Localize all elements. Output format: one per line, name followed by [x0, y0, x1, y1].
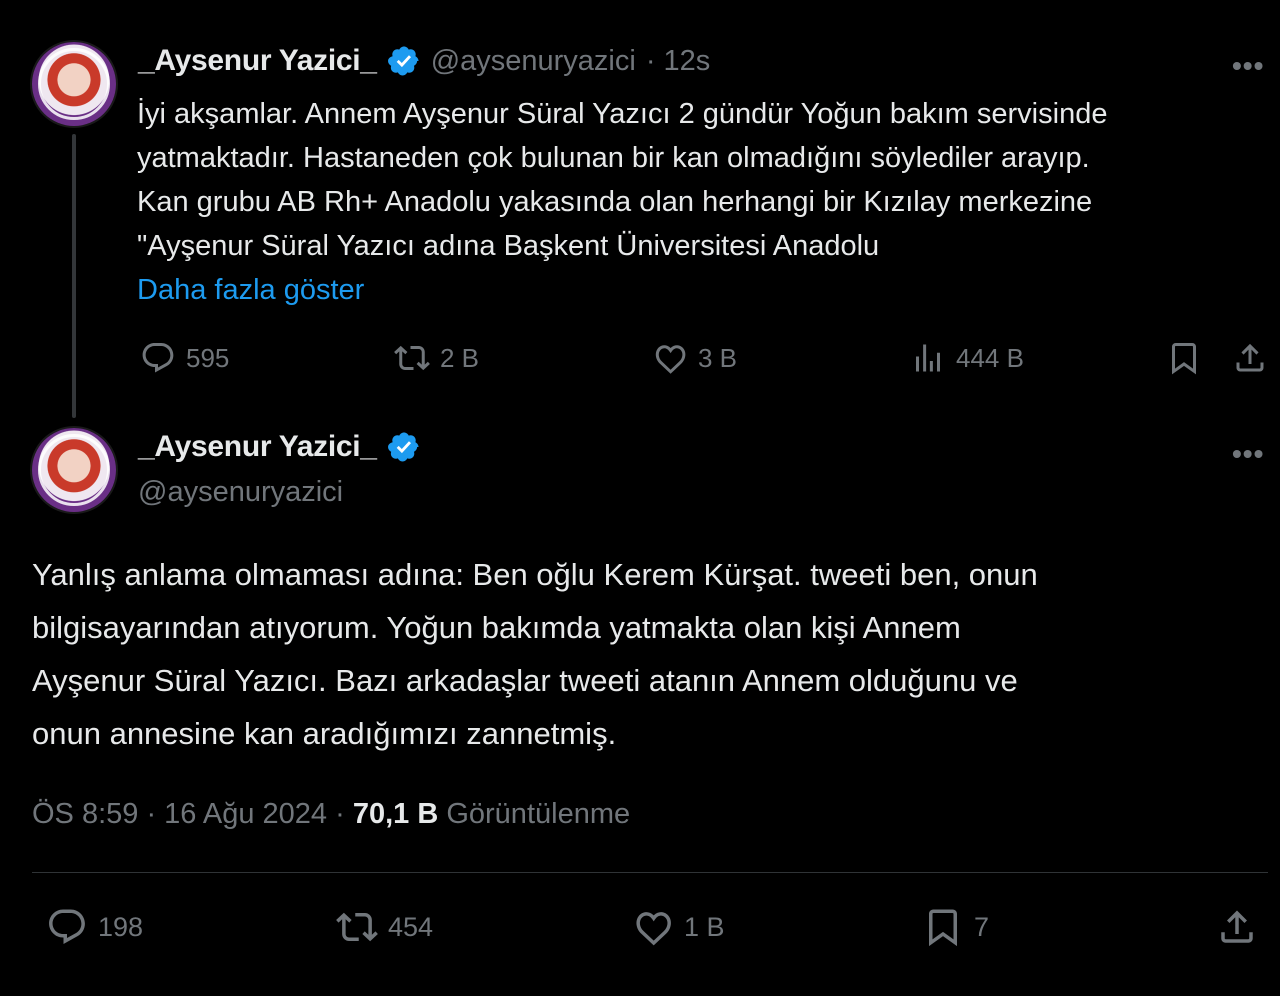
share-button[interactable] [1232, 340, 1268, 376]
tweet-text-line: İyi akşamlar. Annem Ayşenur Süral Yazıcı… [137, 98, 1108, 130]
share-icon [1236, 343, 1264, 372]
view-label: Görüntülenme [438, 798, 631, 830]
retweet-count: 2 B [440, 342, 480, 373]
bookmark-icon [929, 909, 957, 947]
tweet-text-line: "Ayşenur Süral Yazıcı adına Başkent Üniv… [137, 230, 880, 262]
handle[interactable]: @aysenuryazici [431, 45, 636, 78]
view-count: 70,1 B [352, 798, 439, 830]
thread-line [72, 134, 76, 418]
tweet-meta: ÖS 8:59 · 16 Ağu 2024 · 70,1 B Görüntüle… [32, 798, 630, 831]
tweet1-body: İyi akşamlar. Annem Ayşenur Süral Yazıcı… [137, 92, 1267, 312]
share-icon [1221, 910, 1253, 943]
like-button[interactable]: 3 B [652, 340, 737, 376]
like-count: 3 B [698, 342, 738, 373]
reply-button[interactable]: 198 [46, 906, 143, 948]
like-count: 1 B [684, 911, 725, 942]
tweet-time[interactable]: · 12s [646, 45, 710, 78]
retweet-button[interactable]: 2 B [394, 340, 479, 376]
timestamp[interactable]: ÖS 8:59 · 16 Ağu 2024 · [32, 798, 353, 830]
tweet-text-line: Kan grubu AB Rh+ Anadolu yakasında olan … [137, 186, 1093, 218]
bookmark-button[interactable]: 7 [922, 906, 989, 948]
tweet-text-line: Ayşenur Süral Yazıcı. Bazı arkadaşlar tw… [32, 663, 1018, 698]
reply-count: 595 [186, 342, 230, 373]
verified-badge-icon [387, 46, 419, 76]
avatar[interactable] [32, 42, 116, 126]
tweet-text-line: bilgisayarından atıyorum. Yoğun bakımda … [32, 610, 961, 645]
heart-icon [636, 912, 671, 946]
reply-icon [49, 909, 85, 944]
more-dots-icon[interactable]: ••• [1232, 438, 1264, 470]
reply-button[interactable]: 595 [140, 340, 229, 376]
views-button[interactable]: 444 B [910, 340, 1024, 376]
handle[interactable]: @aysenuryazici [138, 476, 343, 509]
views-count: 444 B [956, 342, 1024, 373]
avatar[interactable] [32, 428, 116, 512]
show-more-link[interactable]: Daha fazla göster [137, 268, 1267, 312]
like-button[interactable]: 1 B [632, 906, 725, 948]
tweet1-header: _Aysenur Yazici_ @aysenuryazici · 12s [138, 44, 710, 78]
display-name[interactable]: _Aysenur Yazici_ [138, 44, 377, 78]
tweet-text-line: Yanlış anlama olmaması adına: Ben oğlu K… [32, 557, 1038, 592]
bookmark-button[interactable] [1166, 340, 1202, 376]
retweet-icon [394, 345, 430, 371]
divider [32, 872, 1268, 873]
more-dots-icon[interactable]: ••• [1232, 50, 1264, 82]
tweet-text-line: yatmaktadır. Hastaneden çok bulunan bir … [137, 142, 1090, 174]
retweet-button[interactable]: 454 [336, 906, 433, 948]
bookmark-count: 7 [974, 911, 990, 942]
tweet2-header: _Aysenur Yazici_ [138, 430, 421, 464]
display-name[interactable]: _Aysenur Yazici_ [138, 430, 377, 464]
verified-badge-icon [387, 432, 419, 462]
retweet-icon [336, 912, 378, 942]
share-button[interactable] [1216, 906, 1258, 948]
tweet-text-line: onun annesine kan aradığımızı zannetmiş. [32, 716, 617, 751]
bookmark-icon [1172, 343, 1196, 375]
retweet-count: 454 [388, 911, 434, 942]
reply-icon [142, 343, 174, 373]
reply-count: 198 [98, 911, 144, 942]
views-icon [916, 344, 940, 372]
tweet2-body: Yanlış anlama olmaması adına: Ben oğlu K… [32, 548, 1268, 760]
heart-icon [655, 345, 686, 374]
